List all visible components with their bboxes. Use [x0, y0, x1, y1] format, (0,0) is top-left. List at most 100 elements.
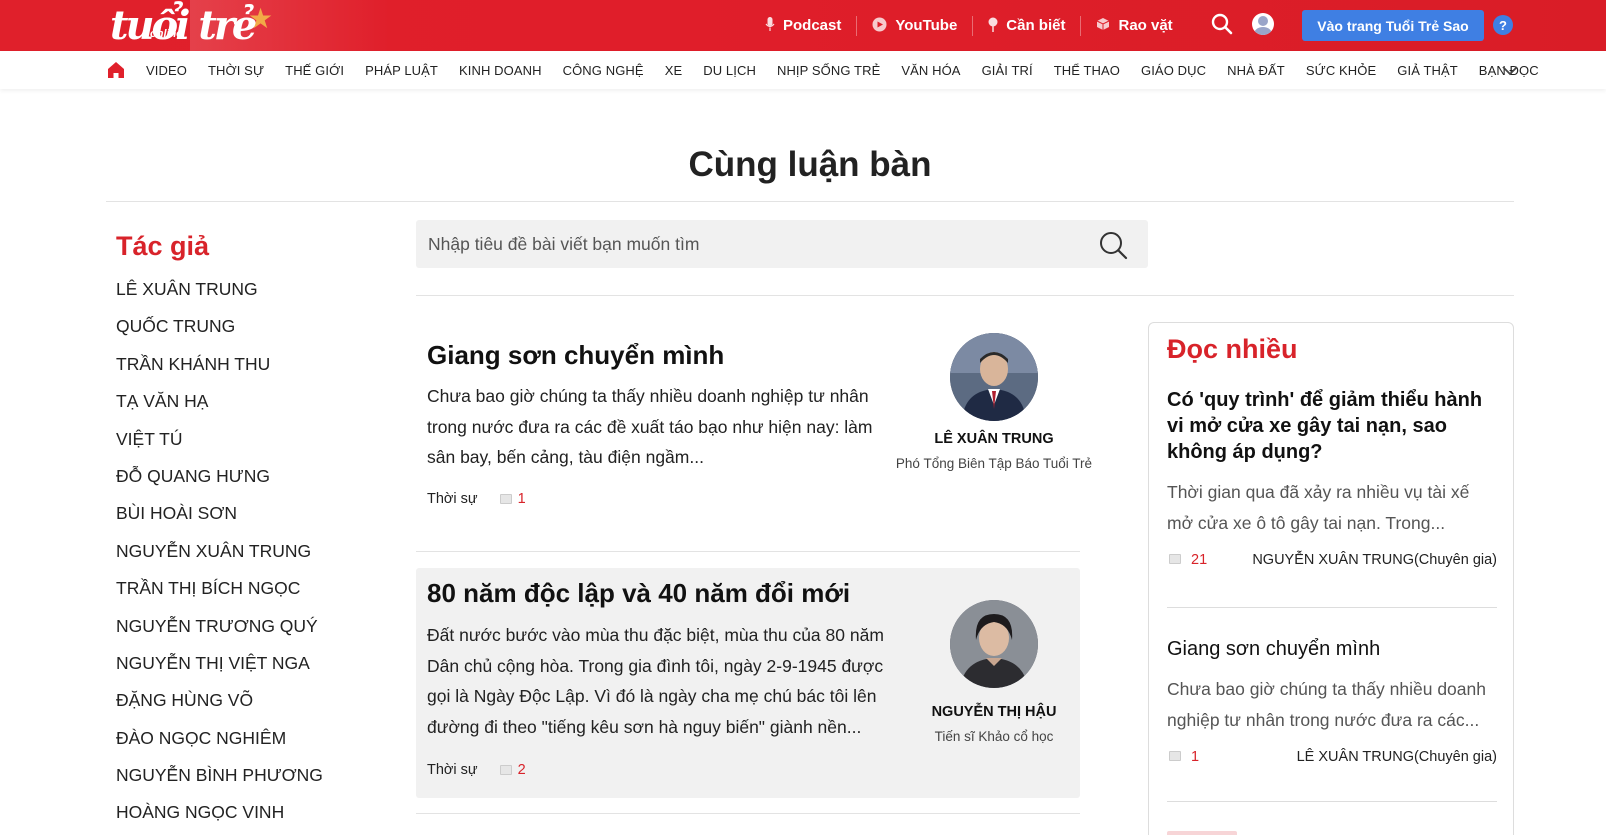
- classifieds-label: Rao vặt: [1118, 17, 1173, 34]
- author-link[interactable]: NGUYỄN XUÂN TRUNG: [116, 538, 323, 575]
- comment-icon: [1169, 554, 1181, 564]
- article-card: Giang sơn chuyển mình Chưa bao giờ chúng…: [416, 320, 1092, 530]
- divider: [972, 15, 974, 36]
- author-role: Tiến sĩ Khảo cổ học: [934, 729, 1054, 744]
- divider: [416, 813, 1080, 814]
- site-header: tuổi trẻ online ★ Podcast YouTube Cần bi…: [0, 0, 1606, 51]
- page-title: Cùng luận bàn: [688, 145, 932, 184]
- nav-item-giai-tri[interactable]: GIẢI TRÍ: [982, 63, 1033, 78]
- most-read-heading: Đọc nhiều: [1167, 334, 1298, 364]
- most-read-author[interactable]: NGUYỄN XUÂN TRUNG(Chuyên gia): [1252, 552, 1497, 568]
- author-link[interactable]: QUỐC TRUNG: [116, 313, 323, 350]
- chevron-down-icon[interactable]: [1500, 60, 1520, 80]
- nav-item-nhip-song-tre[interactable]: NHỊP SỐNG TRẺ: [777, 63, 880, 78]
- most-read-item: Có 'quy trình' để giảm thiểu hành vi mở …: [1167, 387, 1497, 574]
- most-read-summary: Chưa bao giờ chúng ta thấy nhiều doanh n…: [1167, 679, 1486, 730]
- logo-main-text: tuổi trẻ: [110, 1, 257, 49]
- article-title[interactable]: 80 năm độc lập và 40 năm đổi mới: [427, 578, 850, 609]
- tuoitre-sao-button[interactable]: Vào trang Tuổi Trẻ Sao: [1302, 10, 1484, 41]
- article-search-input[interactable]: [428, 220, 1068, 268]
- author-link[interactable]: TRẦN THỊ BÍCH NGỌC: [116, 575, 323, 612]
- most-read-thumbnail[interactable]: [1167, 831, 1237, 835]
- comment-count[interactable]: 21: [1191, 552, 1207, 568]
- nav-item-suc-khoe[interactable]: SỨC KHỎE: [1306, 63, 1376, 78]
- mic-icon: [765, 17, 775, 34]
- author-link[interactable]: BÙI HOÀI SƠN: [116, 500, 323, 537]
- comment-count[interactable]: 2: [518, 762, 526, 778]
- author-link[interactable]: LÊ XUÂN TRUNG: [116, 276, 323, 313]
- nav-item-cong-nghe[interactable]: CÔNG NGHỆ: [563, 63, 644, 78]
- nav-item-du-lich[interactable]: DU LỊCH: [703, 63, 756, 78]
- youtube-label: YouTube: [895, 17, 958, 34]
- author-link[interactable]: ĐẶNG HÙNG VÕ: [116, 687, 323, 724]
- comment-count[interactable]: 1: [518, 491, 526, 507]
- search-icon[interactable]: [1098, 230, 1128, 260]
- most-read-summary: Thời gian qua đã xảy ra nhiều vụ tài xế …: [1167, 482, 1470, 533]
- help-icon[interactable]: ?: [1493, 15, 1513, 35]
- author-link[interactable]: HOÀNG NGỌC VINH: [116, 799, 323, 835]
- most-read-title[interactable]: Giang sơn chuyển mình: [1167, 636, 1497, 662]
- category-nav: VIDEO THỜI SỰ THẾ GIỚI PHÁP LUẬT KINH DO…: [0, 51, 1606, 89]
- nav-item-xe[interactable]: XE: [665, 63, 683, 78]
- author-link[interactable]: ĐÀO NGỌC NGHIÊM: [116, 725, 323, 762]
- article-summary: Đất nước bước vào mùa thu đặc biệt, mùa …: [427, 625, 884, 737]
- youtube-link[interactable]: YouTube: [872, 17, 957, 35]
- article-category[interactable]: Thời sự: [427, 491, 478, 507]
- author-name[interactable]: NGUYỄN THỊ HẬU: [894, 704, 1094, 720]
- author-link[interactable]: TẠ VĂN HẠ: [116, 388, 323, 425]
- nav-item-nha-dat[interactable]: NHÀ ĐẤT: [1227, 63, 1285, 78]
- author-link[interactable]: TRẦN KHÁNH THU: [116, 351, 323, 388]
- nav-item-thoi-su[interactable]: THỜI SỰ: [208, 63, 264, 78]
- search-icon[interactable]: [1210, 12, 1234, 36]
- box-icon: [1096, 17, 1110, 34]
- divider: [1080, 15, 1082, 36]
- podcast-link[interactable]: Podcast: [765, 17, 841, 34]
- comment-icon: [499, 494, 512, 504]
- article-meta: Thời sự 1: [427, 491, 526, 507]
- author-link[interactable]: NGUYỄN TRƯƠNG QUÝ: [116, 613, 323, 650]
- divider: [106, 201, 1514, 202]
- comment-count[interactable]: 1: [1191, 749, 1199, 765]
- nav-item-the-gioi[interactable]: THẾ GIỚI: [285, 63, 344, 78]
- star-icon: ★: [248, 3, 274, 34]
- author-avatar[interactable]: [950, 333, 1038, 421]
- comment-icon: [499, 765, 512, 775]
- author-link[interactable]: ĐỖ QUANG HƯNG: [116, 463, 323, 500]
- most-read-meta: 1 LÊ XUÂN TRUNG(Chuyên gia): [1167, 749, 1497, 771]
- article-category[interactable]: Thời sự: [427, 762, 478, 778]
- nav-item-gia-that[interactable]: GIẢ THẬT: [1397, 63, 1458, 78]
- article-search: [416, 220, 1148, 268]
- most-read-panel: Đọc nhiều Có 'quy trình' để giảm thiểu h…: [1148, 322, 1514, 835]
- podcast-label: Podcast: [783, 17, 842, 34]
- home-icon[interactable]: [106, 60, 126, 80]
- nav-item-the-thao[interactable]: THỂ THAO: [1054, 63, 1120, 78]
- comment-icon: [1169, 751, 1181, 761]
- author-link[interactable]: VIỆT TÚ: [116, 426, 323, 463]
- article-title[interactable]: Giang sơn chuyển mình: [427, 340, 724, 371]
- author-role: Phó Tổng Biên Tập Báo Tuổi Trẻ: [895, 456, 1093, 471]
- divider: [1167, 801, 1497, 802]
- divider: [856, 15, 858, 36]
- youtube-icon: [872, 17, 887, 35]
- author-avatar[interactable]: [950, 600, 1038, 688]
- author-link[interactable]: NGUYỄN BÌNH PHƯƠNG: [116, 762, 323, 799]
- classifieds-link[interactable]: Rao vặt: [1096, 17, 1173, 34]
- nav-item-video[interactable]: VIDEO: [146, 63, 187, 78]
- author-link[interactable]: NGUYỄN THỊ VIỆT NGA: [116, 650, 323, 687]
- most-read-author[interactable]: LÊ XUÂN TRUNG(Chuyên gia): [1297, 749, 1497, 765]
- nav-item-phap-luat[interactable]: PHÁP LUẬT: [365, 63, 438, 78]
- need-to-know-label: Cần biết: [1006, 17, 1066, 34]
- nav-item-van-hoa[interactable]: VĂN HÓA: [901, 63, 960, 78]
- authors-heading: Tác giả: [116, 231, 210, 261]
- article-meta: Thời sự 2: [427, 762, 526, 778]
- most-read-title[interactable]: Có 'quy trình' để giảm thiểu hành vi mở …: [1167, 387, 1497, 465]
- need-to-know-link[interactable]: Cần biết: [988, 17, 1065, 35]
- nav-item-kinh-doanh[interactable]: KINH DOANH: [459, 63, 542, 78]
- user-avatar-icon[interactable]: [1252, 13, 1274, 35]
- nav-item-giao-duc[interactable]: GIÁO DỤC: [1141, 63, 1206, 78]
- site-logo[interactable]: tuổi trẻ online ★: [110, 1, 273, 49]
- author-name[interactable]: LÊ XUÂN TRUNG: [894, 431, 1094, 447]
- article-summary: Chưa bao giờ chúng ta thấy nhiều doanh n…: [427, 386, 873, 467]
- divider: [1167, 607, 1497, 608]
- logo-sub-text: online: [150, 28, 183, 40]
